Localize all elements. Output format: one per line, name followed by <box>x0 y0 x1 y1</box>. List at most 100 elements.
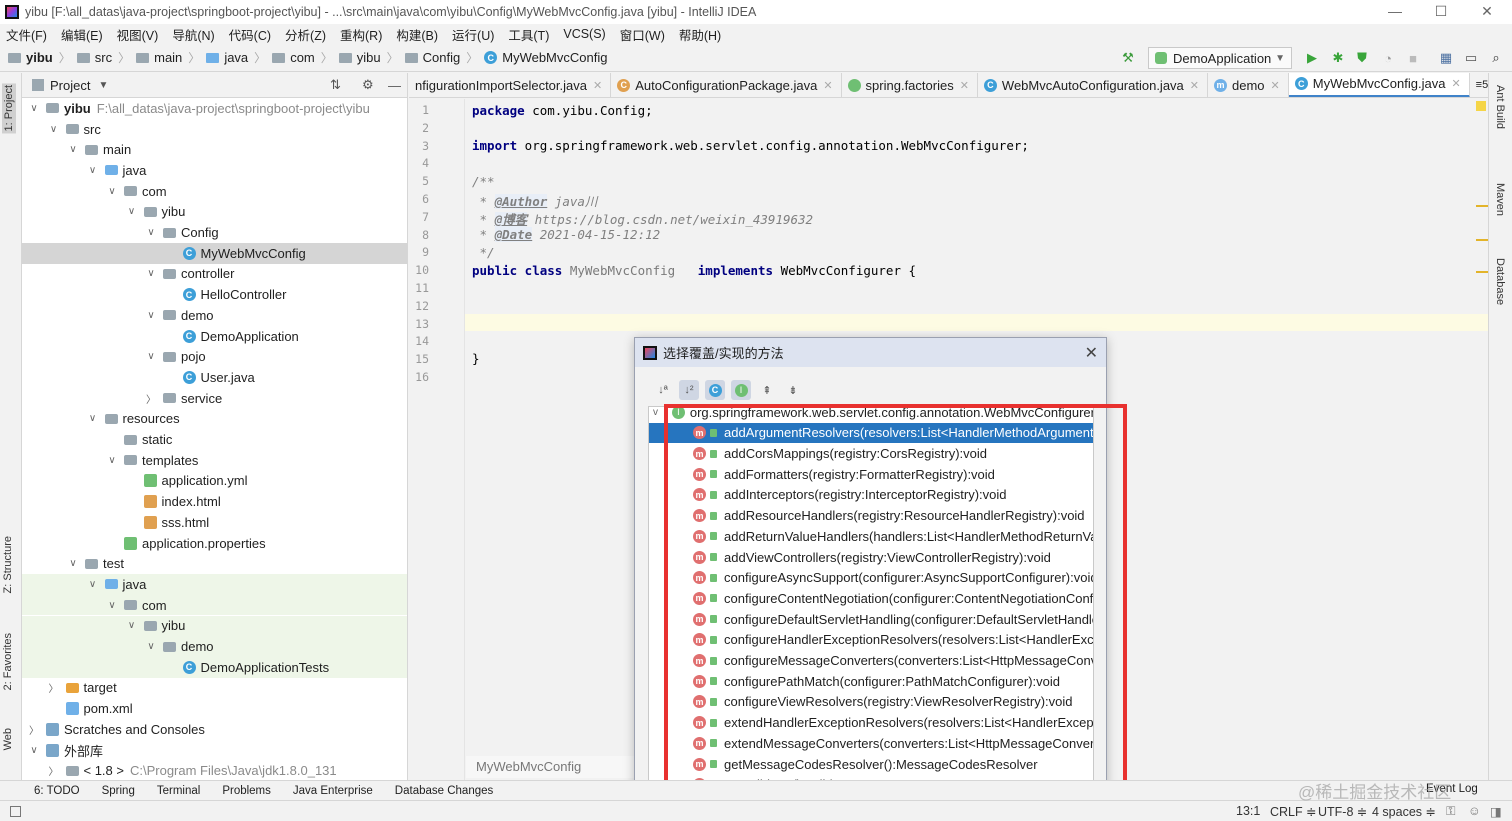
tree-item-demoapplication[interactable]: C DemoApplication <box>22 326 407 347</box>
tree-item-application-properties[interactable]: application.properties <box>22 533 407 554</box>
tree-item-user-java[interactable]: C User.java <box>22 367 407 388</box>
close-window-button[interactable]: ✕ <box>1464 0 1510 24</box>
coverage-icon[interactable]: ⛊ <box>1354 50 1370 66</box>
close-icon[interactable]: ✕ <box>1085 343 1098 363</box>
tree-item-yibu[interactable]: ∨ yibu F:\all_datas\java-project\springboo… <box>22 98 407 119</box>
tree-item-static[interactable]: static <box>22 429 407 450</box>
favorites-tool-tab[interactable]: 2: Favorites <box>2 633 14 690</box>
chevron-down-icon[interactable]: ∨ <box>87 165 99 176</box>
tree-item-scratches-and-consoles[interactable]: 〉 Scratches and Consoles <box>22 719 407 740</box>
breadcrumb-com[interactable]: com <box>272 50 315 65</box>
tree-item-index-html[interactable]: index.html <box>22 491 407 512</box>
tree-item-src[interactable]: ∨ src <box>22 119 407 140</box>
editor-tab[interactable]: C AutoConfigurationPackage.java ✕ <box>611 73 842 97</box>
chevron-down-icon[interactable]: ∨ <box>126 620 138 631</box>
breadcrumb-config[interactable]: Config <box>404 50 460 65</box>
breadcrumb-java[interactable]: java <box>206 50 248 65</box>
tree-item-java[interactable]: ∨ java <box>22 574 407 595</box>
menu-help[interactable]: 帮助(H) <box>679 25 721 44</box>
chevron-right-icon[interactable]: 〉 <box>48 680 60 695</box>
chevron-down-icon[interactable]: ∨ <box>67 144 79 155</box>
analysis-status-icon[interactable] <box>1476 101 1486 111</box>
tree-item-pojo[interactable]: ∨ pojo <box>22 346 407 367</box>
menu-vcs[interactable]: VCS(S) <box>563 27 605 41</box>
chevron-down-icon[interactable]: ∨ <box>28 103 40 114</box>
tab-overflow-button[interactable]: ≡5 <box>1470 73 1488 97</box>
menu-refactor[interactable]: 重构(R) <box>340 25 382 44</box>
tree-item-application-yml[interactable]: application.yml <box>22 471 407 492</box>
maximize-button[interactable]: ☐ <box>1418 0 1464 24</box>
project-tool-tab[interactable]: 1: Project <box>2 83 16 134</box>
tree-item-[interactable]: ∨ 外部库 <box>22 740 407 761</box>
method-row[interactable]: m addInterceptors(registry:InterceptorReg… <box>649 485 1093 506</box>
method-row[interactable]: m addResourceHandlers(registry:ResourceHa… <box>649 505 1093 526</box>
sort-by-type-icon[interactable]: ↓² <box>679 380 699 400</box>
chevron-down-icon[interactable]: ∨ <box>126 206 138 217</box>
menu-analyze[interactable]: 分析(Z) <box>285 25 326 44</box>
menu-build[interactable]: 构建(B) <box>396 25 438 44</box>
tree-item-hellocontroller[interactable]: C HelloController <box>22 284 407 305</box>
tree-item-demo[interactable]: ∨ demo <box>22 305 407 326</box>
run-icon[interactable]: ▶ <box>1304 50 1320 66</box>
sort-alpha-icon[interactable]: ↓ª <box>653 380 673 400</box>
spring-tool-button[interactable]: Spring <box>102 785 135 797</box>
editor-tab[interactable]: C MyWebMvcConfig.java ✕ <box>1288 73 1470 97</box>
indent-settings[interactable]: 4 spaces ≑ <box>1372 804 1436 819</box>
terminal-tool-button[interactable]: Terminal <box>157 785 200 797</box>
method-row[interactable]: m configureHandlerExceptionResolvers(reso… <box>649 630 1093 651</box>
error-stripe-marker[interactable] <box>1476 239 1488 241</box>
close-tab-icon[interactable]: ✕ <box>1271 79 1280 92</box>
tree-item-main[interactable]: ∨ main <box>22 139 407 160</box>
method-row[interactable]: m configurePathMatch(configurer:PathMatch… <box>649 671 1093 692</box>
chevron-down-icon[interactable]: ∨ <box>145 227 157 238</box>
menu-navigate[interactable]: 导航(N) <box>172 25 214 44</box>
breadcrumb-yibu-package[interactable]: yibu <box>338 50 381 65</box>
tree-item-demo[interactable]: ∨ demo <box>22 636 407 657</box>
editor-tab[interactable]: m demo ✕ <box>1208 73 1289 97</box>
web-tool-tab[interactable]: Web <box>2 728 14 750</box>
method-row[interactable]: m addReturnValueHandlers(handlers:List<Ha… <box>649 526 1093 547</box>
database-tool-tab[interactable]: Database <box>1494 258 1506 305</box>
breadcrumb-yibu[interactable]: yibu <box>8 50 53 65</box>
gear-icon[interactable]: ⚙ <box>362 77 374 93</box>
caret-position[interactable]: 13:1 <box>1236 804 1260 818</box>
tree-item-yibu[interactable]: ∨ yibu <box>22 202 407 223</box>
close-tab-icon[interactable]: ✕ <box>1190 79 1199 92</box>
collapse-all-icon[interactable]: ⇟ <box>783 380 803 400</box>
line-separator[interactable]: CRLF ≑ <box>1270 804 1317 819</box>
menu-edit[interactable]: 编辑(E) <box>61 25 103 44</box>
database-changes-tool-button[interactable]: Database Changes <box>395 785 493 797</box>
method-row[interactable]: m addCorsMappings(registry:CorsRegistry):… <box>649 443 1093 464</box>
editor-tab[interactable]: spring.factories ✕ <box>842 73 978 97</box>
tree-item-yibu[interactable]: ∨ yibu <box>22 615 407 637</box>
collapse-all-icon[interactable]: ⇅ <box>330 77 341 93</box>
chevron-down-icon[interactable]: ∨ <box>145 641 157 652</box>
breadcrumb-main[interactable]: main <box>136 50 182 65</box>
structure-tool-tab[interactable]: Z: Structure <box>2 536 14 593</box>
layout-icon[interactable]: ▭ <box>1463 50 1479 66</box>
menu-run[interactable]: 运行(U) <box>452 25 494 44</box>
java-enterprise-tool-button[interactable]: Java Enterprise <box>293 785 373 797</box>
chevron-down-icon[interactable]: ∨ <box>106 600 118 611</box>
method-row[interactable]: m configureDefaultServletHandling(configu… <box>649 609 1093 630</box>
todo-tool-button[interactable]: 6: TODO <box>34 785 80 797</box>
close-tab-icon[interactable]: ✕ <box>1451 77 1460 90</box>
chevron-right-icon[interactable]: 〉 <box>48 763 60 778</box>
build-hammer-icon[interactable]: ⚒ <box>1120 50 1136 66</box>
method-row[interactable]: m addViewControllers(registry:ViewControl… <box>649 547 1093 568</box>
ant-build-tool-tab[interactable]: Ant Build <box>1494 85 1506 129</box>
method-row[interactable]: m getMessageCodesResolver():MessageCodesR… <box>649 754 1093 775</box>
editor-breadcrumb[interactable]: MyWebMvcConfig <box>466 756 636 778</box>
chevron-down-icon[interactable]: ∨ <box>145 268 157 279</box>
method-row[interactable]: m extendMessageConverters(converters:List… <box>649 733 1093 754</box>
inspector-icon[interactable]: ☺ <box>1468 804 1481 818</box>
tree-item-mywebmvcconfig[interactable]: C MyWebMvcConfig <box>22 242 407 264</box>
chevron-right-icon[interactable]: 〉 <box>145 391 157 406</box>
profile-icon[interactable]: ◔ <box>1380 50 1396 66</box>
method-row[interactable]: m extendHandlerExceptionResolvers(resolve… <box>649 712 1093 733</box>
toggle-tool-windows-icon[interactable] <box>10 806 21 817</box>
tree-item-controller[interactable]: ∨ controller <box>22 264 407 285</box>
error-stripe-marker[interactable] <box>1476 271 1488 273</box>
method-row[interactable]: m addFormatters(registry:FormatterRegistr… <box>649 464 1093 485</box>
chevron-down-icon[interactable]: ∨ <box>67 558 79 569</box>
